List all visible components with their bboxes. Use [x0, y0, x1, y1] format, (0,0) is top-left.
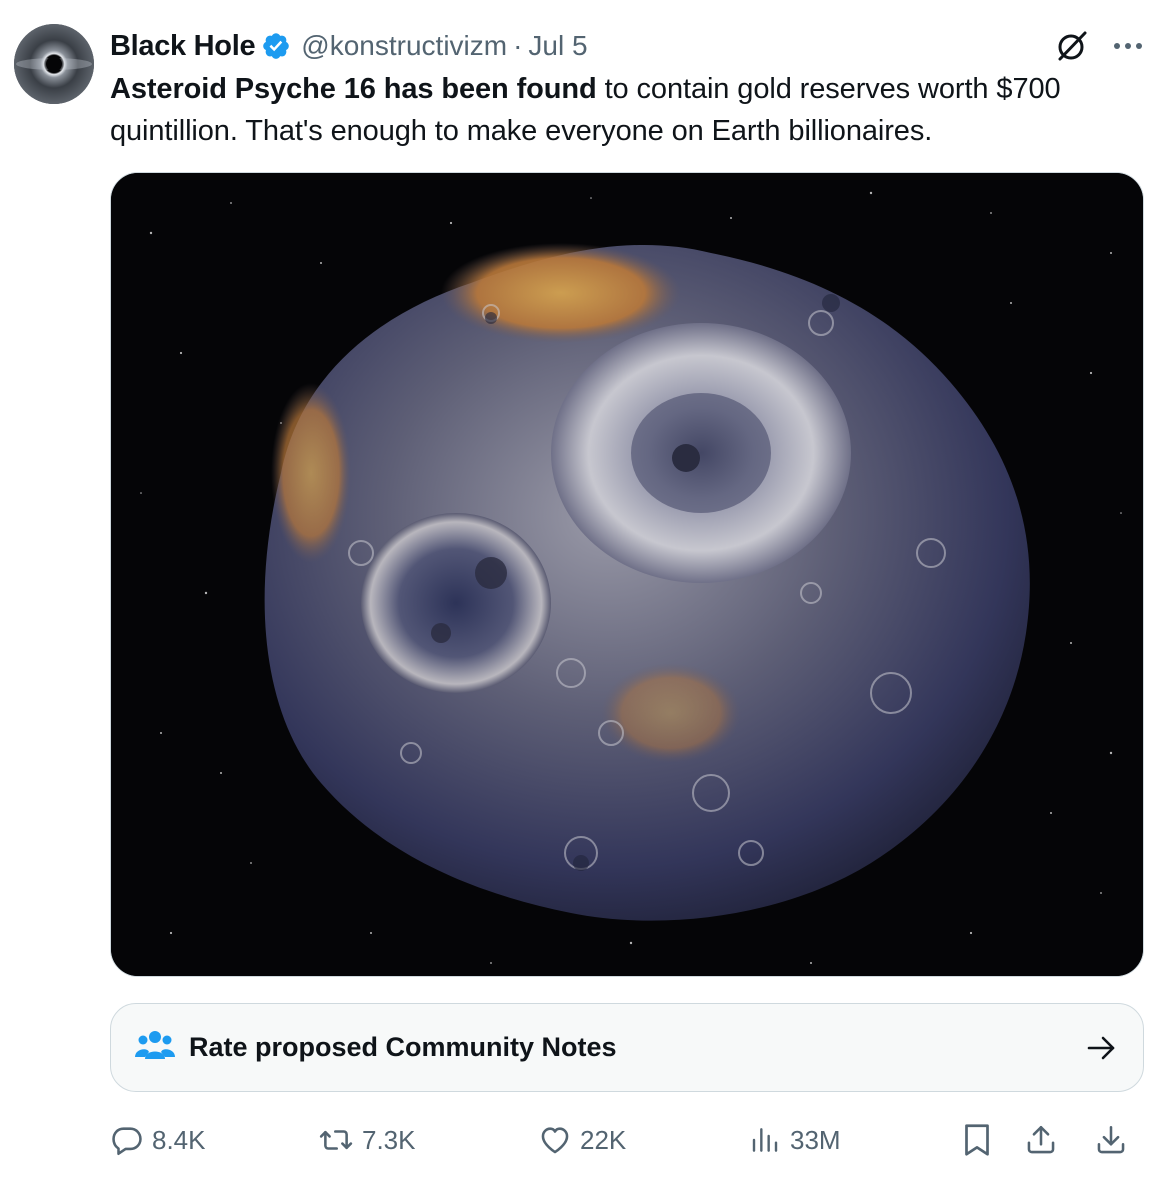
author-handle[interactable]: @konstructivizm [301, 30, 507, 62]
reply-icon [110, 1123, 144, 1157]
views-button[interactable]: 33M [750, 1118, 841, 1162]
reply-count: 8.4K [152, 1124, 206, 1155]
arrow-right-icon [1087, 1034, 1117, 1067]
black-hole-avatar-image [14, 24, 94, 104]
tweet-text-bold: Asteroid Psyche 16 has been found [110, 73, 597, 105]
tweet-image[interactable] [110, 172, 1144, 977]
heart-icon [538, 1123, 572, 1157]
bookmark-icon [962, 1122, 992, 1158]
more-options-icon[interactable] [1112, 41, 1144, 51]
views-count: 33M [790, 1124, 841, 1155]
retweet-button[interactable]: 7.3K [318, 1118, 416, 1162]
tweet-actions: 8.4K 7.3K 22K 33M [110, 1118, 1144, 1162]
asteroid-illustration [111, 173, 1143, 976]
analytics-icon [750, 1123, 782, 1157]
community-notes-label: Rate proposed Community Notes [189, 1032, 617, 1062]
tweet-date[interactable]: Jul 5 [528, 30, 587, 62]
author-display-name[interactable]: Black Hole [110, 30, 256, 63]
download-icon [1094, 1122, 1128, 1158]
reply-button[interactable]: 8.4K [110, 1118, 206, 1162]
share-button[interactable] [1024, 1118, 1058, 1162]
author-avatar[interactable] [14, 24, 94, 104]
grok-icon[interactable] [1054, 28, 1090, 64]
community-notes-box[interactable]: Rate proposed Community Notes [110, 1003, 1144, 1092]
tweet-header: Black Hole @konstructivizm · Jul 5 [110, 26, 588, 66]
share-icon [1024, 1122, 1058, 1158]
header-separator: · [513, 30, 523, 61]
retweet-icon [318, 1123, 354, 1157]
header-actions [1054, 26, 1144, 66]
retweet-count: 7.3K [362, 1124, 416, 1155]
tweet-text: Asteroid Psyche 16 has been found to con… [110, 68, 1140, 152]
verified-badge-icon[interactable] [261, 31, 291, 61]
like-button[interactable]: 22K [538, 1118, 626, 1162]
like-count: 22K [580, 1124, 627, 1155]
bookmark-button[interactable] [962, 1118, 992, 1162]
people-icon [135, 1029, 175, 1066]
download-button[interactable] [1094, 1118, 1128, 1162]
